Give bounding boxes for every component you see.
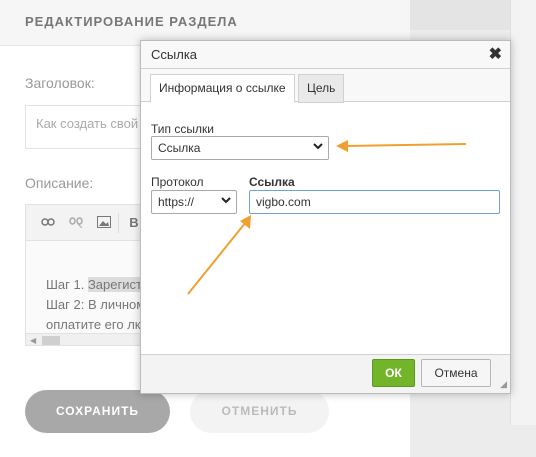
- link-type-value: Ссылка: [158, 141, 201, 155]
- url-input[interactable]: vigbo.com: [249, 190, 500, 214]
- save-button[interactable]: СОХРАНИТЬ: [25, 390, 170, 433]
- link-type-select[interactable]: Ссылка: [151, 136, 329, 160]
- editor-line: Шаг 1. Зарегист: [46, 277, 142, 292]
- editor-line: Шаг 2: В личном: [46, 297, 146, 312]
- close-icon[interactable]: ✖: [489, 44, 502, 64]
- chevron-down-icon: [221, 196, 231, 207]
- tab-target[interactable]: Цель: [298, 74, 345, 103]
- resize-handle-icon[interactable]: ◢: [500, 379, 507, 390]
- dialog-footer: ОК Отмена ◢: [141, 354, 510, 393]
- chevron-down-icon: [313, 142, 323, 153]
- heading-label: Заголовок:: [25, 75, 95, 91]
- unlink-icon[interactable]: [68, 216, 84, 230]
- scroll-thumb[interactable]: [42, 336, 60, 345]
- tab-link-info[interactable]: Информация о ссылке: [150, 74, 295, 103]
- toolbar-separator: [118, 213, 119, 233]
- link-dialog: Ссылка ✖ Информация о ссылке Цель Тип сс…: [140, 40, 511, 394]
- dialog-tabs: Информация о ссылке Цель: [141, 69, 510, 103]
- image-icon[interactable]: [96, 216, 112, 230]
- scroll-left-icon[interactable]: ◀: [30, 336, 36, 345]
- link-type-label: Тип ссылки: [151, 122, 214, 136]
- panel-title: РЕДАКТИРОВАНИЕ РАЗДЕЛА: [25, 14, 238, 29]
- description-label: Описание:: [25, 175, 94, 191]
- editor-highlight: Зарегист: [87, 277, 142, 292]
- protocol-label: Протокол: [151, 175, 204, 189]
- background-column: [510, 0, 536, 425]
- dialog-titlebar[interactable]: Ссылка ✖: [141, 41, 510, 69]
- dialog-cancel-button[interactable]: Отмена: [421, 359, 491, 387]
- dialog-title: Ссылка: [151, 47, 198, 62]
- protocol-value: https://: [158, 195, 195, 209]
- ok-button[interactable]: ОК: [372, 359, 415, 387]
- url-label: Ссылка: [249, 175, 295, 189]
- editor-content[interactable]: Шаг 1. Зарегист Шаг 2: В личном оплатите…: [46, 275, 145, 335]
- link-icon[interactable]: [40, 216, 56, 230]
- cancel-button[interactable]: ОТМЕНИТЬ: [190, 390, 329, 433]
- protocol-select[interactable]: https://: [151, 190, 237, 214]
- editor-line: оплатите его лк: [46, 317, 141, 332]
